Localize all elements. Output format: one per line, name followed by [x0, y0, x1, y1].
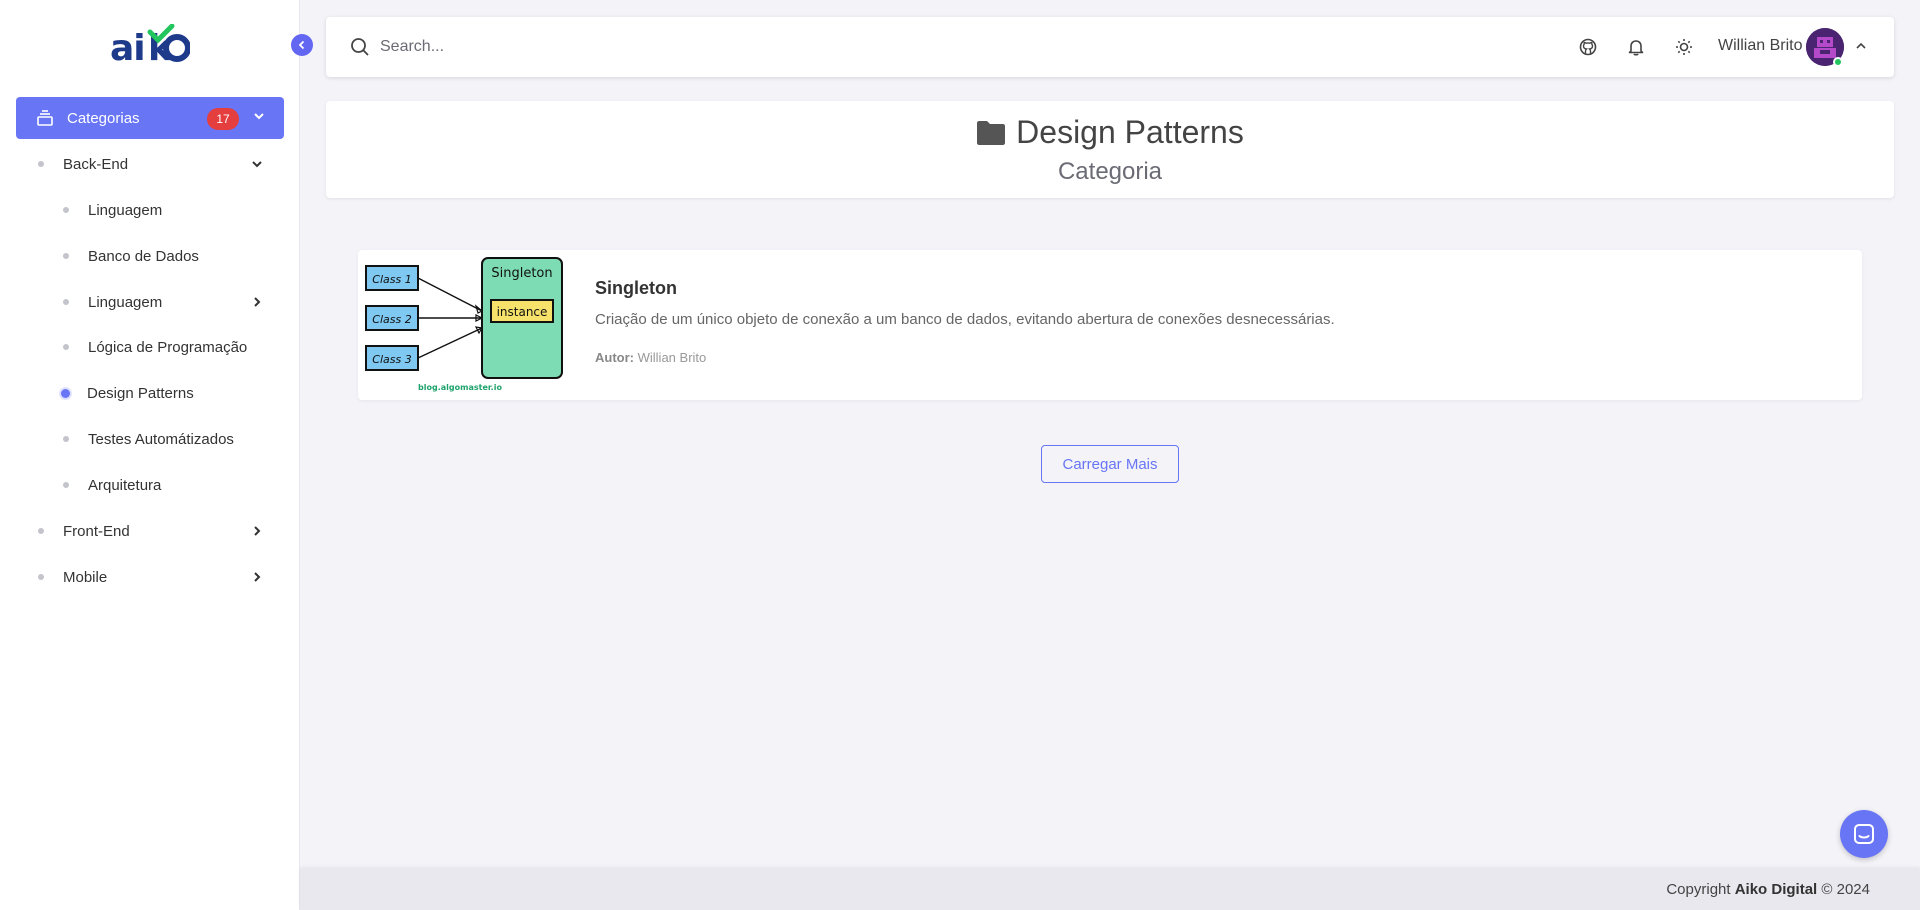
instance-label: instance — [497, 305, 548, 319]
sidebar-item-label: Front-End — [63, 522, 130, 540]
search-input[interactable] — [380, 35, 880, 59]
username[interactable]: Willian Brito — [1718, 37, 1802, 55]
bullet-icon — [63, 482, 69, 488]
bullet-icon — [38, 528, 44, 534]
sidebar-item-label: Linguagem — [88, 201, 163, 219]
categories-count-badge: 17 — [207, 108, 239, 130]
chat-launcher-button[interactable] — [1840, 810, 1888, 858]
post-author: Autor: Willian Brito — [595, 350, 706, 365]
sidebar-item-front-end[interactable]: Front-End — [38, 519, 130, 543]
chevron-right-icon[interactable] — [250, 524, 264, 543]
github-icon[interactable] — [1577, 36, 1599, 58]
author-name: Willian Brito — [637, 350, 707, 365]
copyright-prefix: Copyright — [1666, 881, 1731, 898]
sidebar-item-back-end[interactable]: Back-End — [38, 152, 128, 176]
online-status-indicator — [1833, 57, 1843, 67]
copyright-year: © 2024 — [1821, 881, 1870, 898]
folder-icon — [976, 120, 1006, 146]
post-description: Criação de um único objeto de conexão a … — [595, 311, 1335, 328]
sun-icon[interactable] — [1673, 36, 1695, 58]
sidebar-item-label: Testes Automátizados — [88, 430, 234, 448]
bullet-icon — [38, 574, 44, 580]
class2-label: Class 2 — [372, 313, 411, 326]
topbar: Willian Brito — [326, 17, 1894, 77]
class1-label: Class 1 — [372, 273, 411, 286]
bullet-icon — [63, 436, 69, 442]
sidebar-item-linguagem-expandable[interactable]: Linguagem — [63, 290, 162, 314]
post-thumbnail[interactable]: Class 1 Class 2 Class 3 Singleton instan… — [364, 256, 564, 394]
sidebar-item-label: Linguagem — [88, 293, 163, 311]
singleton-label: Singleton — [491, 266, 552, 281]
bullet-icon — [63, 344, 69, 350]
class3-label: Class 3 — [372, 353, 411, 366]
sidebar-item-label: Banco de Dados — [88, 247, 199, 265]
categories-menu[interactable]: Categorias 17 — [16, 97, 284, 139]
page-title: Design Patterns — [1016, 114, 1244, 150]
thumbnail-source-label: blog.algomaster.io — [418, 383, 502, 392]
aiko-logo[interactable]: ai k — [110, 23, 191, 74]
collapse-sidebar-button[interactable] — [291, 34, 313, 56]
sidebar-item-label: Arquitetura — [88, 476, 162, 494]
bell-icon[interactable] — [1625, 36, 1647, 58]
sidebar-item-banco-de-dados[interactable]: Banco de Dados — [63, 244, 199, 268]
bullet-icon — [63, 207, 69, 213]
category-header-card: Design Patterns Categoria — [326, 101, 1894, 198]
page-subtitle: Categoria — [1057, 158, 1163, 185]
load-more-button[interactable]: Carregar Mais — [1041, 445, 1179, 483]
sidebar-item-arquitetura[interactable]: Arquitetura — [63, 473, 161, 497]
sidebar-item-logica-de-programacao[interactable]: Lógica de Programação — [63, 335, 247, 359]
sidebar-item-label: Mobile — [63, 568, 108, 586]
aiko-logo-mark: ai k — [110, 23, 191, 69]
author-label: Autor: — [595, 350, 634, 365]
chevron-right-icon[interactable] — [250, 295, 264, 314]
active-bullet-icon — [61, 388, 70, 398]
chevron-down-icon — [252, 109, 266, 128]
svg-text:ai: ai — [110, 28, 145, 64]
chevron-left-icon — [298, 40, 305, 50]
sidebar: ai k Categorias 17 Back-End Linguagem Ba… — [0, 0, 300, 910]
chevron-down-icon[interactable] — [250, 157, 264, 176]
chevron-up-icon[interactable] — [1854, 39, 1868, 58]
sidebar-item-label: Back-End — [63, 155, 129, 173]
sidebar-item-design-patterns[interactable]: Design Patterns — [61, 381, 194, 405]
chat-icon — [1854, 824, 1874, 844]
layers-icon — [36, 109, 54, 127]
sidebar-item-label: Design Patterns — [87, 384, 194, 402]
bullet-icon — [63, 299, 69, 305]
bullet-icon — [38, 161, 44, 167]
sidebar-item-mobile[interactable]: Mobile — [38, 565, 107, 589]
sidebar-item-linguagem[interactable]: Linguagem — [63, 198, 162, 222]
chevron-right-icon[interactable] — [250, 570, 264, 589]
categories-label: Categorias — [67, 109, 140, 127]
post-card[interactable]: Class 1 Class 2 Class 3 Singleton instan… — [358, 250, 1862, 400]
sidebar-item-testes-automatizados[interactable]: Testes Automátizados — [63, 427, 234, 451]
copyright-text: Copyright Aiko Digital © 2024 — [1666, 881, 1870, 898]
search-icon — [350, 37, 370, 62]
sidebar-item-label: Lógica de Programação — [88, 338, 248, 356]
page-title-row: Design Patterns — [326, 114, 1894, 151]
post-title[interactable]: Singleton — [595, 278, 677, 299]
bullet-icon — [63, 253, 69, 259]
footer: Copyright Aiko Digital © 2024 — [300, 868, 1920, 910]
company-name: Aiko Digital — [1734, 881, 1818, 898]
